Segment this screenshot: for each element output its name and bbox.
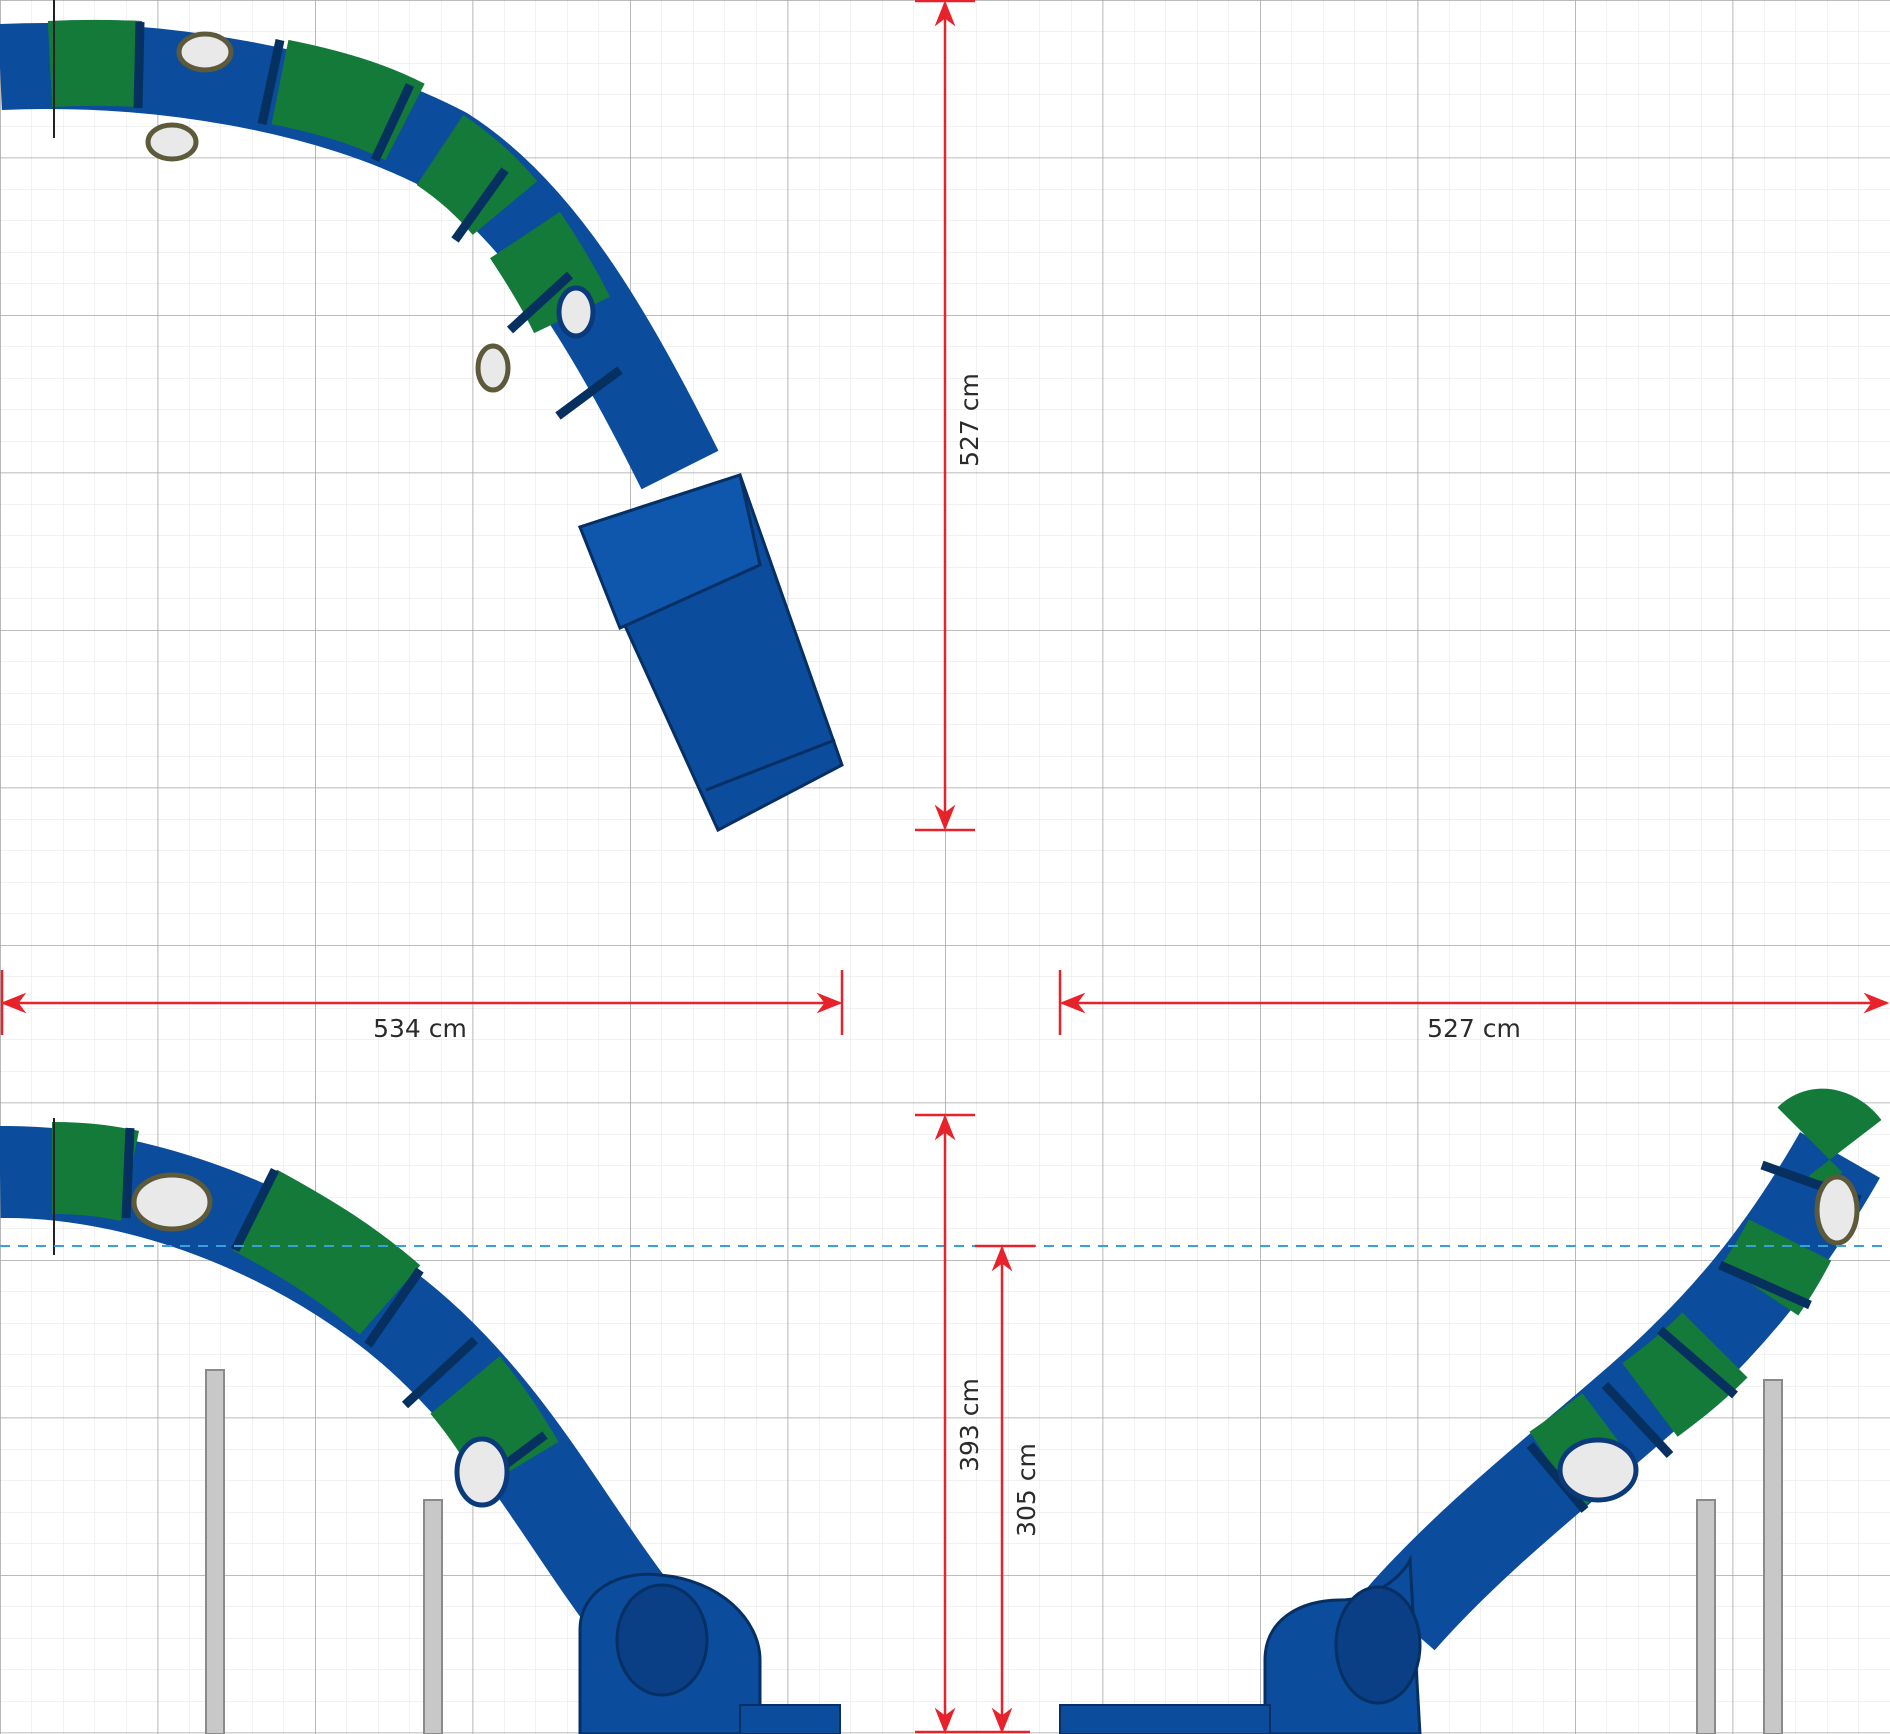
- dim-right-width-label: 527 cm: [1427, 1014, 1521, 1043]
- dim-side-total-label: 393 cm: [955, 1378, 984, 1472]
- support-post: [1696, 1499, 1716, 1734]
- slide-drawing-canvas: 527 cm 534 cm 527 cm 393 cm 305 cm: [0, 0, 1890, 1734]
- side-view-left-green-segment: [51, 1122, 140, 1222]
- support-post: [423, 1499, 443, 1734]
- dim-top-height-label: 527 cm: [955, 373, 984, 467]
- top-view-green-segment: [271, 39, 425, 161]
- dim-side-platform-label: 305 cm: [1012, 1443, 1041, 1537]
- support-post: [205, 1369, 225, 1734]
- support-post: [1763, 1379, 1783, 1734]
- dim-left-width-label: 534 cm: [373, 1014, 467, 1043]
- top-view-green-segment: [47, 19, 143, 107]
